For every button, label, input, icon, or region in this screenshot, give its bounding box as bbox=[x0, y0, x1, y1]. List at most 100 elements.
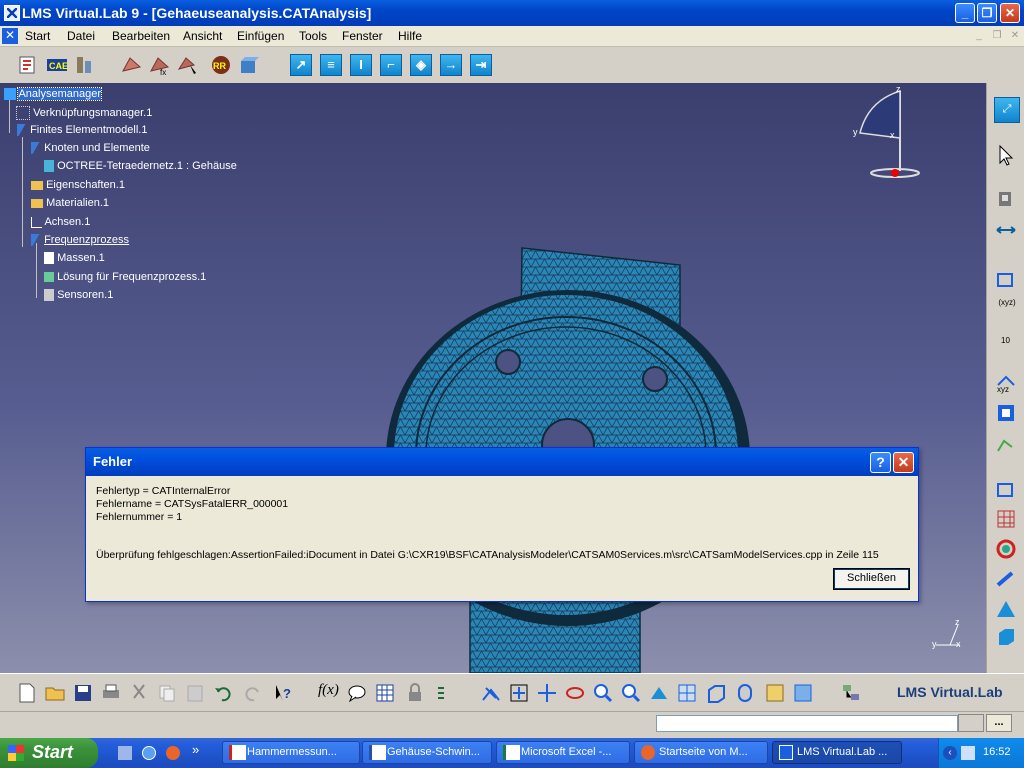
frame-icon[interactable] bbox=[994, 401, 1018, 425]
help-cursor-icon[interactable]: ? bbox=[272, 682, 294, 704]
tree-node-octree-mesh[interactable]: OCTREE-Tetraedernetz.1 : Gehäuse bbox=[44, 160, 237, 173]
cut-icon[interactable] bbox=[128, 682, 150, 704]
menu-fenster[interactable]: Fenster bbox=[342, 29, 383, 43]
tree-node-frequenzprozess[interactable]: Frequenzprozess bbox=[31, 234, 129, 247]
comment-icon[interactable] bbox=[346, 682, 368, 704]
tree-node-eigenschaften[interactable]: Eigenschaften.1 bbox=[31, 179, 125, 191]
task-firefox[interactable]: Startseite von M... bbox=[634, 741, 768, 764]
select-arrow-icon[interactable] bbox=[994, 143, 1018, 167]
menu-start[interactable]: Start bbox=[25, 29, 50, 43]
title-bar[interactable]: LMS Virtual.Lab 9 - [Gehaeuseanalysis.CA… bbox=[0, 0, 1024, 26]
task-lms-virtual-lab[interactable]: LMS Virtual.Lab ... bbox=[772, 741, 902, 764]
save-icon[interactable] bbox=[72, 682, 94, 704]
minimize-button[interactable]: _ bbox=[955, 3, 975, 23]
loop-icon[interactable] bbox=[994, 537, 1018, 561]
dialog-help-button[interactable]: ? bbox=[870, 452, 891, 473]
tree-node-achsen[interactable]: Achsen.1 bbox=[31, 216, 90, 228]
schliessen-button[interactable]: Schließen bbox=[833, 568, 910, 590]
menu-einfuegen[interactable]: Einfügen bbox=[237, 29, 284, 43]
distance-icon[interactable] bbox=[994, 218, 1018, 242]
tree-node-loesung[interactable]: Lösung für Frequenzprozess.1 bbox=[44, 271, 206, 283]
view-icon-4[interactable]: ⌐ bbox=[380, 54, 402, 76]
mesh-cursor-icon[interactable] bbox=[176, 53, 200, 77]
more-button[interactable]: ... bbox=[986, 714, 1012, 732]
pan-icon[interactable] bbox=[536, 682, 558, 704]
network-icon[interactable] bbox=[961, 746, 975, 760]
task-hammermessung[interactable]: Hammermessun... bbox=[222, 741, 360, 764]
swap-visible-icon[interactable] bbox=[792, 682, 814, 704]
view-icon-1[interactable]: ↗ bbox=[290, 54, 312, 76]
menu-tools[interactable]: Tools bbox=[299, 29, 327, 43]
tree-node-sensoren[interactable]: Sensoren.1 bbox=[44, 289, 113, 302]
measure-icon[interactable]: ⤢ bbox=[994, 97, 1020, 123]
zoom-in-icon[interactable] bbox=[592, 682, 614, 704]
mesh-part-icon[interactable]: fx bbox=[148, 53, 172, 77]
paste-icon[interactable] bbox=[184, 682, 206, 704]
quicklaunch-desktop-icon[interactable] bbox=[118, 746, 132, 760]
menu-hilfe[interactable]: Hilfe bbox=[398, 29, 422, 43]
document-icon[interactable] bbox=[2, 28, 18, 44]
tree-node-verknuepfungsmanager[interactable]: Verknüpfungsmanager.1 bbox=[16, 106, 152, 120]
tree-node-finites-elementmodell[interactable]: Finites Elementmodell.1 bbox=[17, 124, 147, 137]
cad-icon[interactable]: CAE bbox=[45, 53, 69, 77]
xyz-point-label[interactable]: (xyz) bbox=[993, 298, 1021, 307]
zoom-out-icon[interactable] bbox=[620, 682, 642, 704]
undo-icon[interactable] bbox=[212, 682, 234, 704]
normal-view-icon[interactable] bbox=[648, 682, 670, 704]
dialog-close-x-button[interactable]: ✕ bbox=[893, 452, 914, 473]
app-icon[interactable] bbox=[4, 5, 20, 21]
solid-icon[interactable] bbox=[994, 625, 1018, 649]
mdi-restore-icon[interactable]: ❐ bbox=[990, 30, 1004, 42]
view-icon-3[interactable]: I bbox=[350, 54, 372, 76]
new-file-icon[interactable] bbox=[16, 682, 38, 704]
multi-view-icon[interactable] bbox=[676, 682, 698, 704]
table-icon[interactable] bbox=[374, 682, 396, 704]
view-icon-5[interactable]: ◈ bbox=[410, 54, 432, 76]
clock[interactable]: 16:52 bbox=[983, 746, 1011, 758]
tree-node-massen[interactable]: Massen.1 bbox=[44, 252, 105, 265]
command-button[interactable] bbox=[958, 714, 984, 732]
mesh-tool-icon[interactable] bbox=[120, 53, 144, 77]
close-button[interactable]: ✕ bbox=[1000, 3, 1020, 23]
group-icon[interactable] bbox=[994, 268, 1018, 292]
menu-datei[interactable]: Datei bbox=[67, 29, 95, 43]
triangle-icon[interactable] bbox=[994, 597, 1018, 621]
catalog-icon[interactable] bbox=[840, 682, 862, 704]
render-style-icon[interactable] bbox=[734, 682, 756, 704]
tray-collapse-icon[interactable]: ‹ bbox=[943, 746, 957, 760]
iso-view-icon[interactable] bbox=[704, 682, 726, 704]
mdi-minimize-icon[interactable]: _ bbox=[972, 30, 986, 42]
maximize-button[interactable]: ❐ bbox=[977, 3, 997, 23]
fit-all-icon[interactable] bbox=[508, 682, 530, 704]
quicklaunch-ie-icon[interactable] bbox=[142, 746, 156, 760]
model-icon[interactable] bbox=[73, 53, 97, 77]
transform-icon[interactable] bbox=[994, 433, 1018, 457]
open-folder-icon[interactable] bbox=[44, 682, 66, 704]
view-icon-7[interactable]: ⇥ bbox=[470, 54, 492, 76]
command-input[interactable] bbox=[656, 715, 958, 732]
view-icon-6[interactable]: → bbox=[440, 54, 462, 76]
package-icon[interactable] bbox=[237, 53, 261, 77]
task-gehaeuse-schwingung[interactable]: Gehäuse-Schwin... bbox=[362, 741, 492, 764]
point-10-label[interactable]: 10 bbox=[1001, 336, 1010, 345]
redo-icon[interactable] bbox=[242, 682, 264, 704]
mdi-close-icon[interactable]: ✕ bbox=[1008, 30, 1022, 42]
assembly-icon[interactable] bbox=[994, 478, 1018, 502]
lock-icon[interactable] bbox=[404, 682, 426, 704]
copy-icon[interactable] bbox=[156, 682, 178, 704]
beam-icon[interactable] bbox=[994, 567, 1018, 591]
solver-icon[interactable]: RR bbox=[209, 53, 233, 77]
mesh-grid-icon[interactable] bbox=[994, 507, 1018, 531]
quicklaunch-firefox-icon[interactable] bbox=[166, 746, 180, 760]
start-button[interactable]: Start bbox=[0, 738, 98, 768]
hide-show-icon[interactable] bbox=[764, 682, 786, 704]
sensor-tool-icon[interactable] bbox=[994, 188, 1018, 212]
xyz-label[interactable]: xyz bbox=[997, 385, 1009, 394]
formula-icon[interactable]: f(x) bbox=[318, 682, 340, 704]
tree-node-analysemanager[interactable]: Analysemanager bbox=[4, 87, 103, 101]
tree-node-materialien[interactable]: Materialien.1 bbox=[31, 197, 109, 209]
view-icon-2[interactable]: ≡ bbox=[320, 54, 342, 76]
task-excel[interactable]: Microsoft Excel -... bbox=[496, 741, 630, 764]
print-icon[interactable] bbox=[100, 682, 122, 704]
compass-icon[interactable]: z y x bbox=[848, 83, 928, 183]
